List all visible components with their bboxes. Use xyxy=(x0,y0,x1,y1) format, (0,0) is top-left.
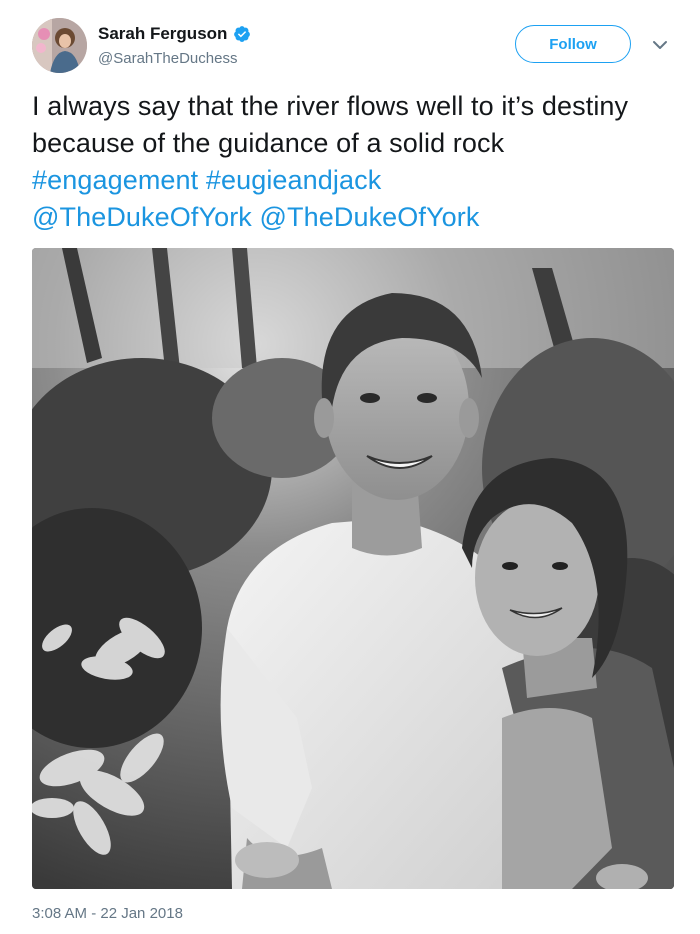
mention-link[interactable]: @TheDukeOfYork xyxy=(260,202,480,232)
tweet-card: Sarah Ferguson @SarahTheDuchess Follow I… xyxy=(0,0,700,934)
tweet-photo[interactable] xyxy=(32,248,674,889)
display-name[interactable]: Sarah Ferguson xyxy=(98,24,227,44)
author-name-row: Sarah Ferguson xyxy=(98,24,251,44)
hashtag-link[interactable]: #eugieandjack xyxy=(206,165,381,195)
tweet-text: I always say that the river flows well t… xyxy=(32,88,672,236)
tweet-timestamp[interactable]: 3:08 AM - 22 Jan 2018 xyxy=(32,905,183,922)
follow-button[interactable]: Follow xyxy=(515,25,631,63)
tweet-body-text: I always say that the river flows well t… xyxy=(32,91,629,158)
hashtag-link[interactable]: #engagement xyxy=(32,165,198,195)
chevron-down-icon[interactable] xyxy=(652,38,668,50)
verified-badge-icon xyxy=(233,25,251,43)
avatar[interactable] xyxy=(32,18,87,73)
mention-link[interactable]: @TheDukeOfYork xyxy=(32,202,252,232)
author-handle[interactable]: @SarahTheDuchess xyxy=(98,50,237,67)
